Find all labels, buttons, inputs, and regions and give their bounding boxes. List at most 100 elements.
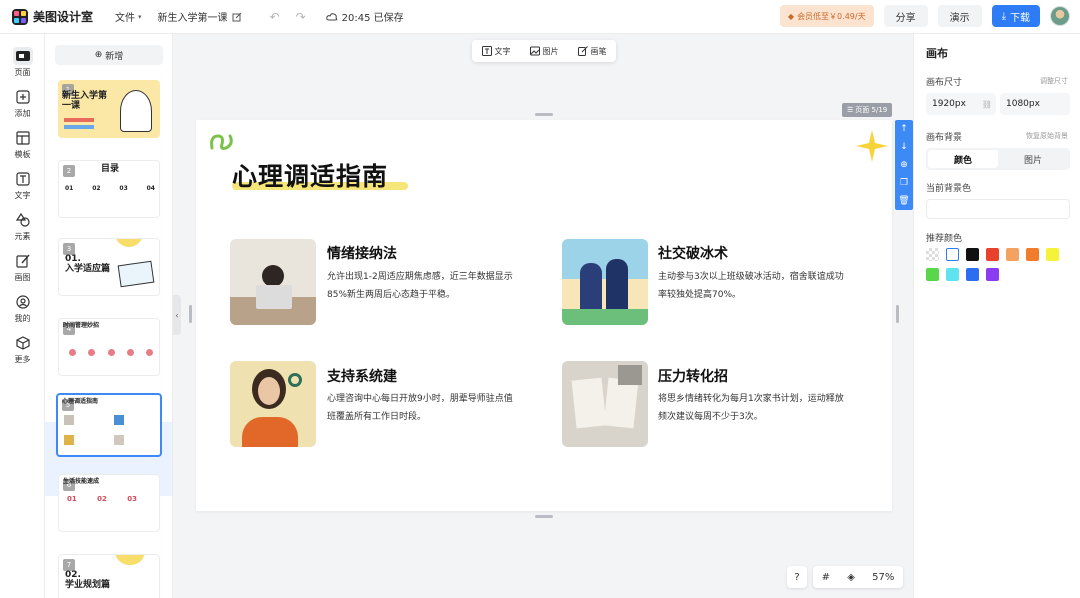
document-title-text: 新生入学第一课	[157, 13, 228, 24]
grid-icon[interactable]: #	[822, 572, 830, 583]
background-type-tabs: 颜色 图片	[926, 148, 1070, 170]
page-thumbnail-panel: ⊕ 新增 1 新生入学第一课 2 目录 01 02 03 04 3 01. 入学…	[45, 34, 173, 598]
card-body[interactable]: 允许出现1-2周适应期焦虑感，近三年数据显示 85%新生两周后心态趋于平稳。	[327, 268, 513, 304]
canvas-width-input[interactable]: 1920px ⛓	[926, 93, 996, 115]
page-thumbnail-6[interactable]: 6 生活技能速成 01 02 03	[58, 474, 160, 532]
resize-link[interactable]: 调整尺寸	[1040, 76, 1068, 86]
collapse-panel-handle[interactable]: ‹	[173, 295, 181, 335]
card-heading[interactable]: 社交破冰术	[658, 243, 728, 263]
redo-icon[interactable]: ↷	[296, 10, 306, 24]
download-label: 下载	[1010, 12, 1030, 24]
image-icon	[529, 46, 540, 56]
swatch-white[interactable]	[946, 248, 959, 261]
page-thumbnail-3[interactable]: 3 01. 入学适应篇	[58, 238, 160, 296]
page-thumbnail-2[interactable]: 2 目录 01 02 03 04	[58, 160, 160, 218]
rail-item-add[interactable]: 添加	[0, 83, 45, 124]
rail-item-template[interactable]: 模板	[0, 124, 45, 165]
insert-text-button[interactable]: 文字	[481, 46, 511, 57]
swatch-black[interactable]	[966, 248, 979, 261]
card-image-shape	[256, 285, 292, 309]
document-title[interactable]: 新生入学第一课	[158, 9, 242, 24]
swatch-purple[interactable]	[986, 268, 999, 281]
trash-icon[interactable]: 🗑	[898, 196, 909, 206]
new-page-button[interactable]: ⊕ 新增	[55, 45, 163, 65]
tab-color[interactable]: 颜色	[928, 150, 998, 168]
rail-item-text[interactable]: 文字	[0, 165, 45, 206]
download-button[interactable]: ⤓ 下载	[991, 5, 1040, 27]
card-heading[interactable]: 压力转化招	[658, 366, 728, 386]
arrow-up-icon[interactable]: ↑	[900, 124, 908, 134]
thumbnail-title: 新生入学第一课	[62, 91, 108, 111]
recommended-colors-label: 推荐颜色	[926, 234, 963, 244]
page-indicator-text: 页面 5/19	[855, 106, 888, 114]
reset-background-link[interactable]: 恢复原始背景	[1026, 131, 1068, 141]
thumbnail-column: 03	[127, 495, 137, 503]
current-background-swatch[interactable]	[926, 199, 1070, 219]
swatch-red[interactable]	[986, 248, 999, 261]
card-body-line: 率较独处提高70%。	[658, 290, 742, 300]
card-body[interactable]: 心理咨询中心每日开放9小时，朋辈导师驻点值 班覆盖所有工作日时段。	[327, 390, 513, 426]
slide-title[interactable]: 心理调适指南	[232, 157, 388, 193]
card-image-graduates[interactable]	[562, 239, 648, 325]
card-image-shape	[562, 239, 648, 279]
edit-icon[interactable]	[232, 12, 242, 22]
insert-image-button[interactable]: 图片	[529, 46, 559, 57]
rail-item-mine[interactable]: 我的	[0, 288, 45, 329]
card-image-thinking-person[interactable]	[230, 361, 316, 447]
resize-handle-left[interactable]	[189, 305, 192, 323]
list-icon: ☰	[847, 106, 854, 114]
rail-item-more[interactable]: 更多	[0, 329, 45, 370]
pages-icon	[12, 47, 33, 65]
card-body[interactable]: 将思乡情绪转化为每月1次家书计划，运动释放 频次建议每周不少于3次。	[658, 390, 844, 426]
resize-handle-right[interactable]	[896, 305, 899, 323]
resize-handle-top[interactable]	[535, 113, 553, 116]
share-button[interactable]: 分享	[883, 5, 928, 27]
slide-canvas[interactable]: 心理调适指南 情绪接纳法 允许出现1-2周适应期焦虑感，近三年数据显示 85%新…	[196, 120, 892, 511]
layers-icon[interactable]: ◈	[847, 572, 855, 583]
page-thumbnail-5[interactable]: 5 心理调适指南	[56, 393, 162, 457]
file-menu[interactable]: 文件 ▾	[115, 9, 142, 25]
add-page-icon[interactable]: ⊕	[900, 160, 908, 170]
arrow-down-icon[interactable]: ↓	[900, 142, 908, 152]
card-image-shape	[562, 309, 648, 325]
thumbnail-bar	[64, 118, 94, 122]
swatch-peach[interactable]	[1006, 248, 1019, 261]
rail-item-draw[interactable]: 画图	[0, 247, 45, 288]
swatch-yellow[interactable]	[1046, 248, 1059, 261]
rail-item-elements[interactable]: 元素	[0, 206, 45, 247]
card-image-shape	[603, 377, 639, 429]
avatar[interactable]	[1050, 6, 1070, 26]
canvas-height-value: 1080px	[1006, 99, 1040, 109]
swatch-blue[interactable]	[966, 268, 979, 281]
vip-button[interactable]: ◆ 会员低至￥0.49/天	[779, 5, 874, 27]
pen-tool-button[interactable]: 画笔	[577, 46, 607, 57]
draw-icon	[13, 252, 33, 270]
swatch-transparent[interactable]	[926, 248, 939, 261]
help-button[interactable]: ?	[787, 566, 807, 588]
rail-item-pages[interactable]: 页面	[0, 42, 45, 83]
swatch-orange[interactable]	[1026, 248, 1039, 261]
insert-text-label: 文字	[494, 46, 511, 56]
card-image-student-laptop[interactable]	[230, 239, 316, 325]
card-heading[interactable]: 支持系统建	[327, 366, 397, 386]
canvas-height-input[interactable]: 1080px	[1000, 93, 1070, 115]
card-body[interactable]: 主动参与3次以上班级破冰活动，宿舍联谊成功 率较独处提高70%。	[658, 268, 844, 304]
page-thumbnail-1[interactable]: 1 新生入学第一课	[58, 80, 160, 138]
link-ratio-icon[interactable]: ⛓	[982, 100, 992, 109]
undo-icon[interactable]: ↶	[270, 10, 280, 24]
present-button[interactable]: 演示	[937, 5, 982, 27]
swatch-green[interactable]	[926, 268, 939, 281]
zoom-level[interactable]: 57%	[872, 572, 894, 583]
page-thumbnail-4[interactable]: 4 时间管理妙招	[58, 318, 160, 376]
card-heading[interactable]: 情绪接纳法	[327, 243, 397, 263]
app-logo[interactable]: 美图设计室	[12, 8, 93, 25]
chevron-left-icon: ‹	[175, 310, 179, 320]
page-thumbnail-7[interactable]: 7 02. 学业规划篇	[58, 554, 160, 598]
duplicate-icon[interactable]: ❐	[900, 178, 908, 188]
card-image-open-book[interactable]	[562, 361, 648, 447]
tab-image[interactable]: 图片	[998, 150, 1068, 168]
swatch-cyan[interactable]	[946, 268, 959, 281]
resize-handle-bottom[interactable]	[535, 515, 553, 518]
thumbnail-illustration	[120, 90, 152, 132]
card-body-line: 心理咨询中心每日开放9小时，朋辈导师驻点值	[327, 394, 513, 404]
